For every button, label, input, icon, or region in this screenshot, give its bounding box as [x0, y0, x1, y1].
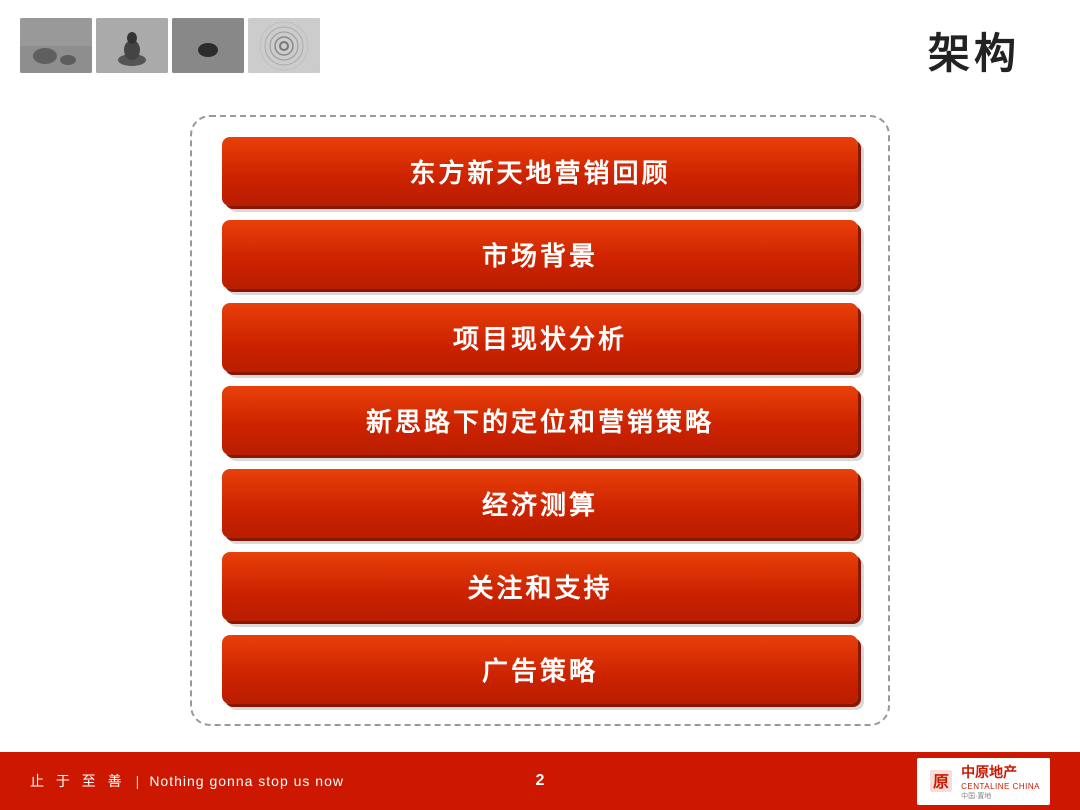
- logo-icon: 原: [927, 767, 955, 795]
- logo-text: 中原地产 CENTALINE CHINA 中国·置地: [961, 762, 1040, 801]
- menu-item-5[interactable]: 经济测算: [222, 469, 858, 538]
- thumbnail-2: [96, 18, 168, 73]
- header-images: [20, 18, 320, 73]
- footer-left: 止 于 至 善 | Nothing gonna stop us now: [30, 771, 344, 791]
- logo-cn: 中原地产: [961, 762, 1040, 782]
- header: 架构: [0, 0, 1080, 90]
- menu-item-1[interactable]: 东方新天地营销回顾: [222, 137, 858, 206]
- main-content: 东方新天地营销回顾 市场背景 项目现状分析 新思路下的定位和营销策略 经济测算 …: [0, 90, 1080, 750]
- footer-chinese-slogan: 止 于 至 善: [30, 771, 126, 791]
- footer-english-slogan: Nothing gonna stop us now: [149, 773, 344, 789]
- footer-divider: |: [136, 773, 140, 789]
- logo-sub: 中国·置地: [961, 791, 1040, 801]
- menu-item-4[interactable]: 新思路下的定位和营销策略: [222, 386, 858, 455]
- menu-item-6[interactable]: 关注和支持: [222, 552, 858, 621]
- thumbnail-1: [20, 18, 92, 73]
- menu-container: 东方新天地营销回顾 市场背景 项目现状分析 新思路下的定位和营销策略 经济测算 …: [190, 115, 890, 726]
- menu-item-7[interactable]: 广告策略: [222, 635, 858, 704]
- footer: 止 于 至 善 | Nothing gonna stop us now 2 原 …: [0, 752, 1080, 810]
- svg-text:原: 原: [933, 773, 949, 791]
- menu-item-3[interactable]: 项目现状分析: [222, 303, 858, 372]
- footer-logo: 原 中原地产 CENTALINE CHINA 中国·置地: [917, 758, 1050, 805]
- footer-page-number: 2: [536, 772, 545, 790]
- logo-en: CENTALINE CHINA: [961, 782, 1040, 791]
- page-title: 架构: [928, 20, 1020, 81]
- menu-item-2[interactable]: 市场背景: [222, 220, 858, 289]
- thumbnail-3: [172, 18, 244, 73]
- thumbnail-4: [248, 18, 320, 73]
